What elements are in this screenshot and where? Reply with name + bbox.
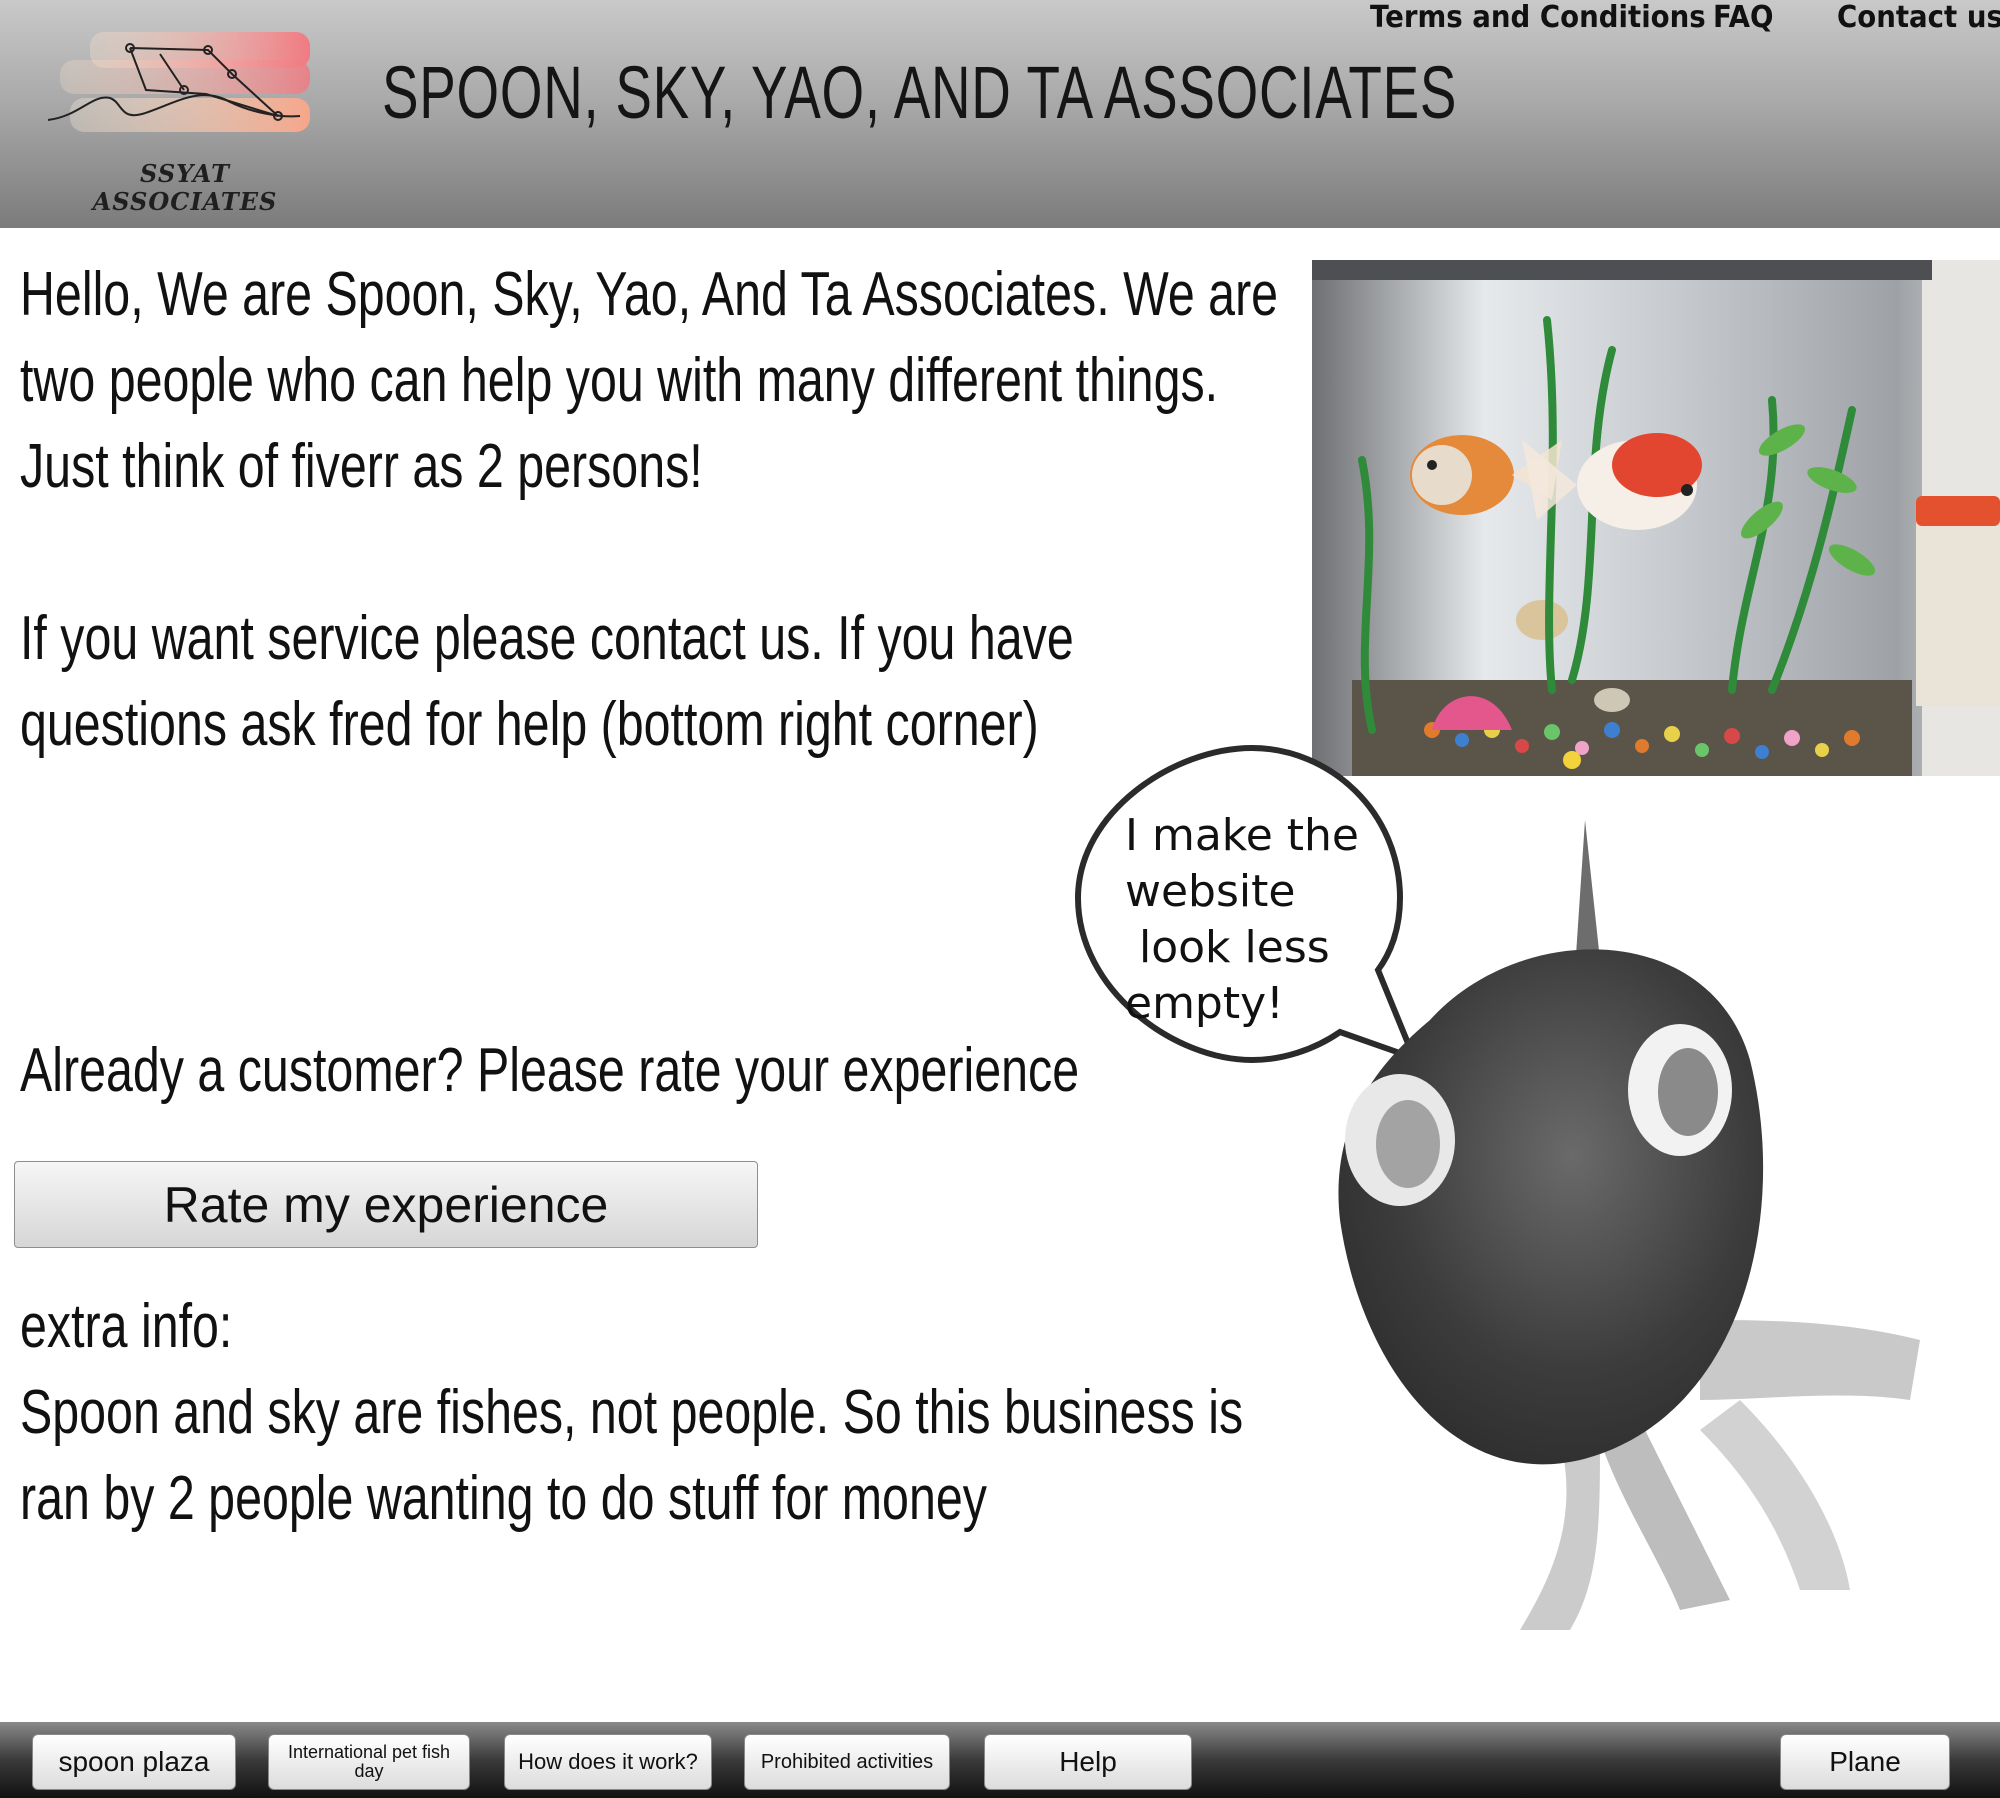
fred-fish-helper[interactable]	[1280, 800, 1940, 1650]
service-line: questions ask fred for help (bottom righ…	[20, 690, 1039, 759]
intro-line: Just think of fiverr as 2 persons!	[20, 432, 703, 501]
intro-line: two people who can help you with many di…	[20, 346, 1219, 415]
aquarium-photo	[1312, 260, 2000, 776]
contact-link[interactable]: Contact us	[1837, 0, 2000, 35]
faq-link[interactable]: FAQ	[1713, 0, 1774, 35]
prohibited-activities-button[interactable]: Prohibited activities	[744, 1734, 950, 1790]
site-title: SPOON, SKY, YAO, AND TA ASSOCIATES	[382, 51, 1458, 134]
page: SSYAT ASSOCIATES SPOON, SKY, YAO, AND TA…	[0, 0, 2000, 1798]
pet-fish-day-button[interactable]: International pet fish day	[268, 1734, 470, 1790]
logo-text-line2: ASSOCIATES	[92, 187, 278, 216]
terms-link[interactable]: Terms and Conditions	[1370, 0, 1706, 35]
extra-heading: extra info:	[20, 1292, 233, 1361]
how-it-works-button[interactable]: How does it work?	[504, 1734, 712, 1790]
logo-text-line1: SSYAT	[140, 159, 230, 188]
logo-text: SSYAT ASSOCIATES	[40, 160, 330, 216]
service-paragraph: If you want service please contact us. I…	[20, 596, 1074, 768]
plane-button[interactable]: Plane	[1780, 1734, 1950, 1790]
help-button[interactable]: Help	[984, 1734, 1192, 1790]
site-header: SSYAT ASSOCIATES SPOON, SKY, YAO, AND TA…	[0, 0, 2000, 228]
spoon-plaza-button[interactable]: spoon plaza	[32, 1734, 236, 1790]
rate-experience-button[interactable]: Rate my experience	[14, 1161, 758, 1248]
service-line: If you want service please contact us. I…	[20, 604, 1074, 673]
extra-line: Spoon and sky are fishes, not people. So…	[20, 1378, 1244, 1447]
intro-line: Hello, We are Spoon, Sky, Yao, And Ta As…	[20, 260, 1279, 329]
extra-line: ran by 2 people wanting to do stuff for …	[20, 1464, 987, 1533]
rating-prompt: Already a customer? Please rate your exp…	[20, 1036, 1080, 1105]
extra-info: extra info: Spoon and sky are fishes, no…	[20, 1284, 1243, 1542]
intro-paragraph: Hello, We are Spoon, Sky, Yao, And Ta As…	[20, 252, 1278, 510]
